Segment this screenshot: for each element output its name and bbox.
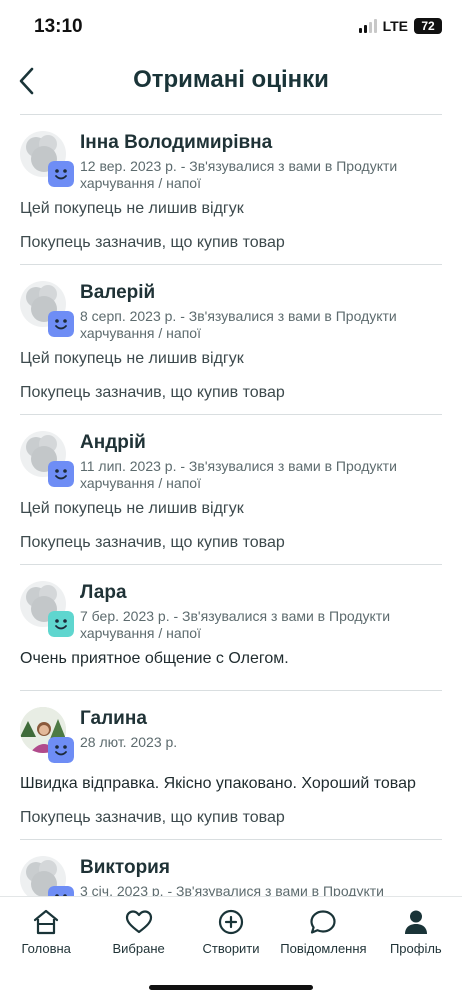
smiley-badge-icon — [48, 737, 74, 763]
status-bar: 13:10 LTE 72 — [0, 0, 462, 56]
avatar[interactable] — [20, 431, 74, 487]
smiley-badge-icon — [48, 161, 74, 187]
nav-create[interactable]: Створити — [185, 897, 277, 967]
review-text: Цей покупець не лишив відгук — [20, 350, 244, 367]
smiley-badge-icon — [48, 886, 74, 896]
review-text: Очень приятное общение с Олегом. — [20, 650, 289, 667]
nav-label: Повідомлення — [280, 941, 367, 956]
smiley-badge-icon — [48, 461, 74, 487]
signal-icon — [358, 19, 377, 33]
header: Отримані оцінки — [0, 56, 462, 108]
smiley-badge-icon — [48, 611, 74, 637]
avatar[interactable] — [20, 281, 74, 337]
review-item: Лара 7 бер. 2023 р. - Зв'язувалися з вам… — [20, 564, 442, 690]
heart-icon — [125, 910, 152, 934]
review-text: Цей покупець не лишив відгук — [20, 500, 244, 517]
status-time: 13:10 — [34, 16, 83, 37]
page-title: Отримані оцінки — [133, 66, 329, 93]
purchase-note: Покупець зазначив, що купив товар — [20, 534, 285, 551]
battery-level: 72 — [414, 18, 442, 34]
review-item: Виктория 3 січ. 2023 р. - Зв'язувалися з… — [20, 839, 442, 896]
avatar[interactable] — [20, 131, 74, 187]
home-indicator[interactable] — [149, 985, 313, 990]
review-meta: 11 лип. 2023 р. - Зв'язувалися з вами в … — [80, 458, 397, 491]
nav-favorites[interactable]: Вибране — [92, 897, 184, 967]
review-meta: 3 січ. 2023 р. - Зв'язувалися з вами в П… — [80, 883, 384, 896]
review-item: Інна Володимирівна 12 вер. 2023 р. - Зв'… — [20, 114, 442, 264]
status-indicators: LTE 72 — [358, 18, 442, 34]
network-type: LTE — [382, 18, 408, 34]
plus-circle-icon — [218, 909, 244, 935]
nav-label: Створити — [202, 941, 260, 956]
avatar[interactable] — [20, 581, 74, 637]
purchase-note: Покупець зазначив, що купив товар — [20, 234, 285, 251]
home-icon — [34, 909, 59, 935]
nav-label: Вибране — [112, 941, 165, 956]
review-text: Цей покупець не лишив відгук — [20, 200, 244, 217]
smiley-badge-icon — [48, 311, 74, 337]
reviewer-name[interactable]: Лара — [80, 581, 442, 605]
nav-profile[interactable]: Профіль — [370, 897, 462, 967]
review-item: Валерій 8 серп. 2023 р. - Зв'язувалися з… — [20, 264, 442, 414]
review-meta: 28 лют. 2023 р. — [80, 734, 178, 750]
bottom-nav: Головна Вибране Створити Повідомлення Пр… — [0, 896, 462, 1000]
nav-messages[interactable]: Повідомлення — [277, 897, 369, 967]
nav-label: Головна — [21, 941, 71, 956]
nav-home[interactable]: Головна — [0, 897, 92, 967]
review-text: Швидка відправка. Якісно упаковано. Хоро… — [20, 775, 416, 792]
reviewer-name[interactable]: Інна Володимирівна — [80, 131, 442, 155]
review-item: Андрій 11 лип. 2023 р. - Зв'язувалися з … — [20, 414, 442, 564]
purchase-note: Покупець зазначив, що купив товар — [20, 384, 285, 401]
reviewer-name[interactable]: Виктория — [80, 856, 442, 880]
reviewer-name[interactable]: Андрій — [80, 431, 442, 455]
review-meta: 12 вер. 2023 р. - Зв'язувалися з вами в … — [80, 158, 398, 191]
reviews-list[interactable]: Інна Володимирівна 12 вер. 2023 р. - Зв'… — [20, 114, 442, 896]
reviewer-name[interactable]: Валерій — [80, 281, 442, 305]
nav-label: Профіль — [389, 941, 442, 956]
reviewer-name[interactable]: Галина — [80, 707, 442, 731]
avatar[interactable] — [20, 707, 74, 763]
profile-icon — [404, 910, 427, 934]
purchase-note: Покупець зазначив, що купив товар — [20, 809, 285, 826]
chat-icon — [310, 910, 337, 934]
review-meta: 8 серп. 2023 р. - Зв'язувалися з вами в … — [80, 308, 397, 341]
review-meta: 7 бер. 2023 р. - Зв'язувалися з вами в П… — [80, 608, 391, 641]
avatar[interactable] — [20, 856, 74, 896]
review-item: Галина 28 лют. 2023 р. Швидка відправка.… — [20, 690, 442, 839]
